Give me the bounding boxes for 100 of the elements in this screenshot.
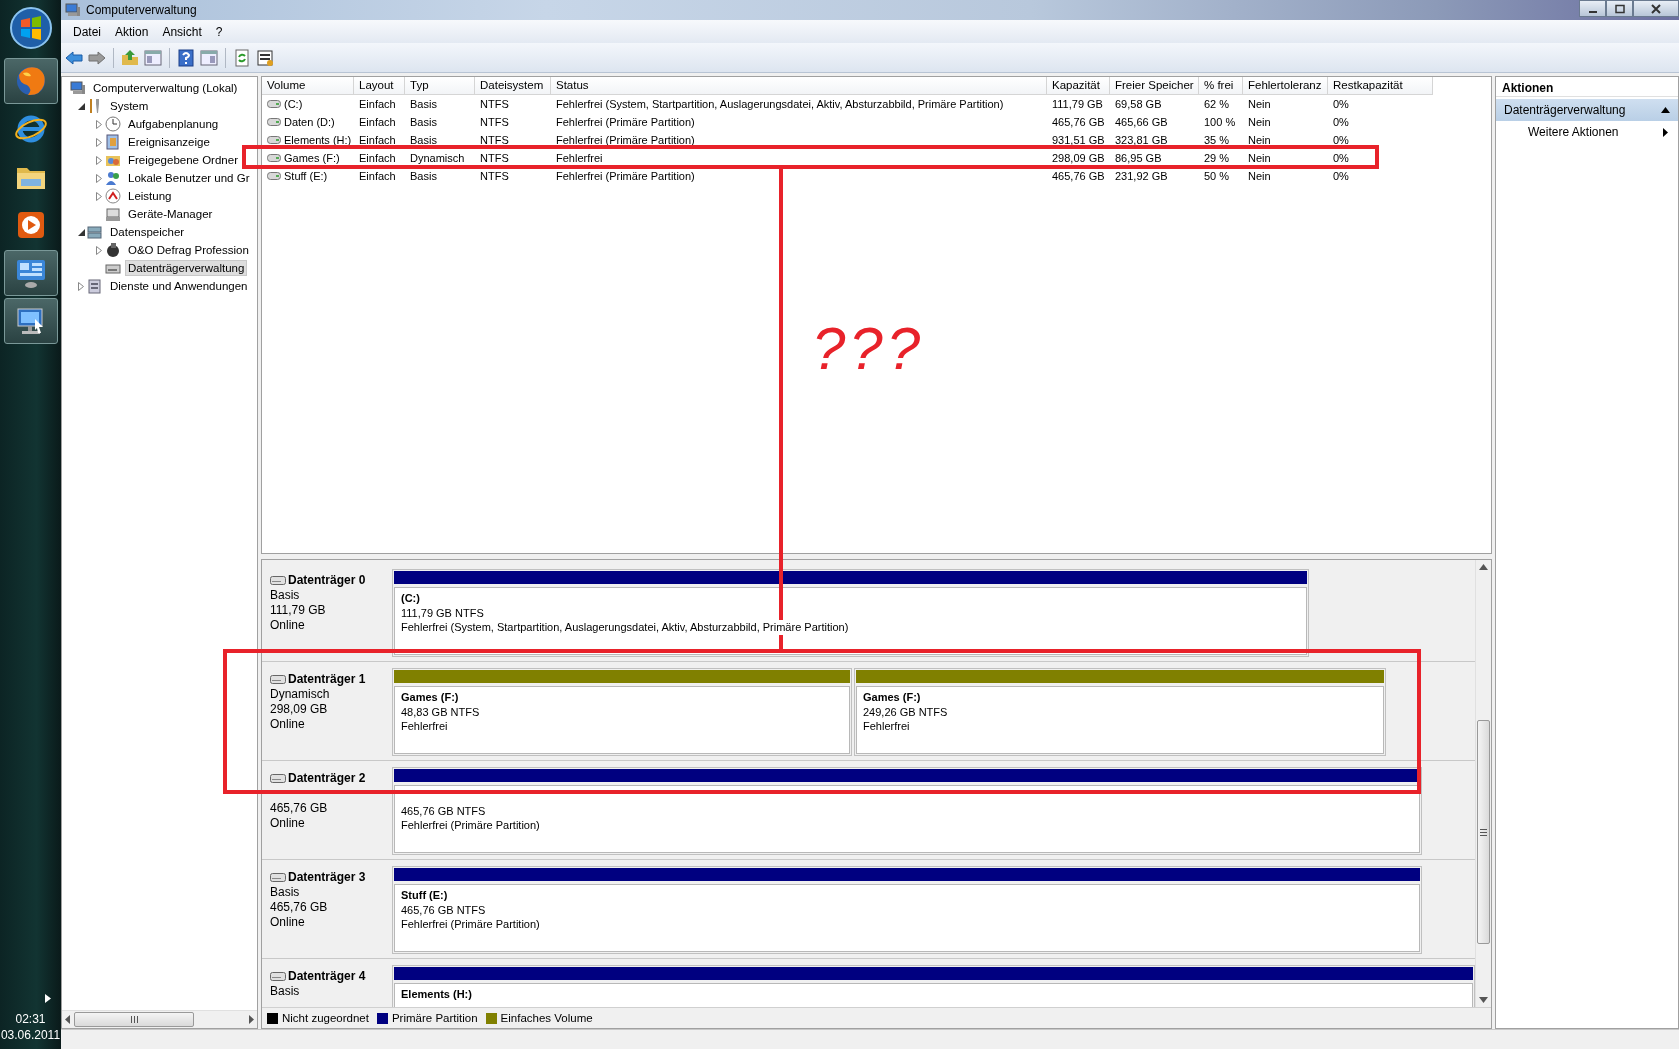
- table-cell-text: Basis: [409, 169, 438, 184]
- table-cell-text: Basis: [409, 115, 438, 130]
- drive-icon: [267, 100, 281, 108]
- column-header[interactable]: Restkapazität: [1328, 77, 1433, 95]
- table-cell-text: Fehlerfrei: [555, 151, 604, 166]
- submenu-arrow-icon[interactable]: [1663, 127, 1668, 137]
- collapsed-triangle-icon[interactable]: [78, 281, 84, 291]
- table-cell-text: Einfach: [358, 169, 397, 184]
- collapse-triangle-icon[interactable]: [1661, 107, 1670, 113]
- table-cell-text: 0%: [1332, 169, 1350, 184]
- column-header[interactable]: Fehlertoleranz: [1243, 77, 1328, 95]
- partition-name: Games (F:): [401, 690, 460, 705]
- partition-block[interactable]: (C:) 111,79 GB NTFS Fehlerfrei (System, Startpartition, Auslagerungsdatei, Aktiv, Absturzabbild, Primäre Partition): [392, 569, 1309, 657]
- table-cell[interactable]: (C:): [284, 98, 303, 110]
- tree-item[interactable]: Leistung: [125, 188, 175, 204]
- table-cell-text: Fehlerfrei (Primäre Partition): [555, 115, 696, 130]
- column-header[interactable]: Freier Speicher: [1110, 77, 1199, 95]
- maximize-icon[interactable]: [1613, 3, 1626, 14]
- column-header[interactable]: Typ: [405, 77, 475, 95]
- table-cell-text: Einfach: [358, 133, 397, 148]
- computer-icon: [70, 80, 86, 96]
- scroll-down-icon[interactable]: [1479, 997, 1488, 1003]
- table-cell[interactable]: Stuff (E:): [284, 170, 328, 182]
- tree-item[interactable]: Ereignisanzeige: [125, 134, 213, 150]
- tree-item[interactable]: Datenspeicher: [107, 224, 188, 240]
- pane-toggle-icon[interactable]: [200, 48, 218, 67]
- partition-size: 249,26 GB NTFS: [863, 704, 949, 719]
- partition-block[interactable]: Stuff (E:) 465,76 GB NTFS Fehlerfrei (Primäre Partition): [392, 866, 1422, 954]
- table-cell[interactable]: Games (F:): [284, 152, 340, 164]
- table-cell-text: 465,76 GB: [1051, 115, 1106, 130]
- table-cell-text: Nein: [1247, 169, 1272, 184]
- column-header[interactable]: Kapazität: [1047, 77, 1110, 95]
- tree-item[interactable]: Computerverwaltung (Lokal): [90, 80, 241, 96]
- pane-toggle-icon[interactable]: [144, 48, 162, 67]
- partition-name: (C:): [401, 591, 421, 606]
- menu-item[interactable]: ?: [208, 22, 230, 41]
- partition-block[interactable]: 465,76 GB NTFS Fehlerfrei (Primäre Partition): [392, 767, 1422, 855]
- tree-item[interactable]: Datenträgerverwaltung: [125, 260, 248, 276]
- computer-icon[interactable]: [65, 2, 81, 18]
- table-cell-text: 0%: [1332, 151, 1350, 166]
- tree-item[interactable]: Lokale Benutzer und Gr: [125, 170, 253, 186]
- menu-item[interactable]: Aktion: [108, 22, 156, 41]
- log-icon: [105, 134, 121, 150]
- column-header[interactable]: Layout: [354, 77, 405, 95]
- drive-icon: [270, 972, 286, 981]
- clock-date[interactable]: 03.06.2011: [0, 1027, 61, 1043]
- collapsed-triangle-icon[interactable]: [96, 173, 102, 183]
- partition-block[interactable]: Games (F:) 249,26 GB NTFS Fehlerfrei: [854, 668, 1386, 756]
- column-header[interactable]: Dateisystem: [475, 77, 551, 95]
- start-orb-icon[interactable]: [8, 6, 53, 50]
- partition-block[interactable]: Elements (H:): [392, 965, 1475, 1007]
- menu-item[interactable]: Ansicht: [155, 22, 209, 41]
- scrollbar-thumb[interactable]: [74, 1012, 194, 1027]
- partition-name: Stuff (E:): [401, 888, 449, 903]
- action-link[interactable]: Weitere Aktionen: [1528, 125, 1619, 139]
- collapsed-triangle-icon[interactable]: [96, 155, 102, 165]
- drive-icon: [270, 675, 286, 684]
- tree-item[interactable]: Freigegebene Ordner: [125, 152, 241, 168]
- refresh-icon[interactable]: [233, 48, 251, 67]
- disk-status: Online: [270, 717, 306, 732]
- scroll-up-icon[interactable]: [1479, 564, 1488, 570]
- partition-block[interactable]: Games (F:) 48,83 GB NTFS Fehlerfrei: [392, 668, 852, 756]
- show-hidden-icons-icon[interactable]: [45, 994, 51, 1003]
- table-cell-text: 0%: [1332, 97, 1350, 112]
- back-arrow-icon[interactable]: [65, 48, 83, 67]
- clock-time[interactable]: 02:31: [0, 1011, 61, 1027]
- table-cell-text: 231,92 GB: [1114, 169, 1169, 184]
- close-icon[interactable]: [1650, 3, 1662, 14]
- gauge-icon: [105, 188, 121, 204]
- tree-item[interactable]: O&O Defrag Profession: [125, 242, 252, 258]
- grip-icon: [130, 1016, 138, 1023]
- forward-arrow-icon[interactable]: [88, 48, 106, 67]
- expanded-triangle-icon[interactable]: [77, 228, 85, 236]
- folder-up-icon[interactable]: [121, 48, 139, 67]
- help-icon[interactable]: [177, 48, 195, 67]
- table-cell-text: Einfach: [358, 97, 397, 112]
- column-header[interactable]: % frei: [1199, 77, 1243, 95]
- device-icon: [105, 206, 121, 222]
- tree-item[interactable]: Aufgabenplanung: [125, 116, 222, 132]
- section-header[interactable]: Datenträgerverwaltung: [1496, 99, 1678, 121]
- collapsed-triangle-icon[interactable]: [96, 137, 102, 147]
- expanded-triangle-icon[interactable]: [77, 102, 85, 110]
- collapsed-triangle-icon[interactable]: [96, 119, 102, 129]
- collapsed-triangle-icon[interactable]: [96, 245, 102, 255]
- table-cell-text: 0%: [1332, 133, 1350, 148]
- export-list-icon[interactable]: [256, 48, 274, 67]
- tree-item[interactable]: Geräte-Manager: [125, 206, 216, 222]
- disk-name: Datenträger 2: [288, 771, 366, 786]
- tree-item[interactable]: System: [107, 98, 152, 114]
- menu-item[interactable]: Datei: [66, 22, 108, 41]
- scroll-left-icon[interactable]: [64, 1015, 72, 1024]
- collapsed-triangle-icon[interactable]: [96, 191, 102, 201]
- column-header[interactable]: Volume: [262, 77, 354, 95]
- table-cell[interactable]: Elements (H:): [284, 134, 352, 146]
- table-cell[interactable]: Daten (D:): [284, 116, 335, 128]
- tree-item[interactable]: Dienste und Anwendungen: [107, 278, 251, 294]
- column-header[interactable]: Status: [551, 77, 1047, 95]
- scroll-right-icon[interactable]: [247, 1015, 255, 1024]
- scrollbar-thumb[interactable]: [1477, 720, 1490, 944]
- table-cell-text: NTFS: [479, 115, 510, 130]
